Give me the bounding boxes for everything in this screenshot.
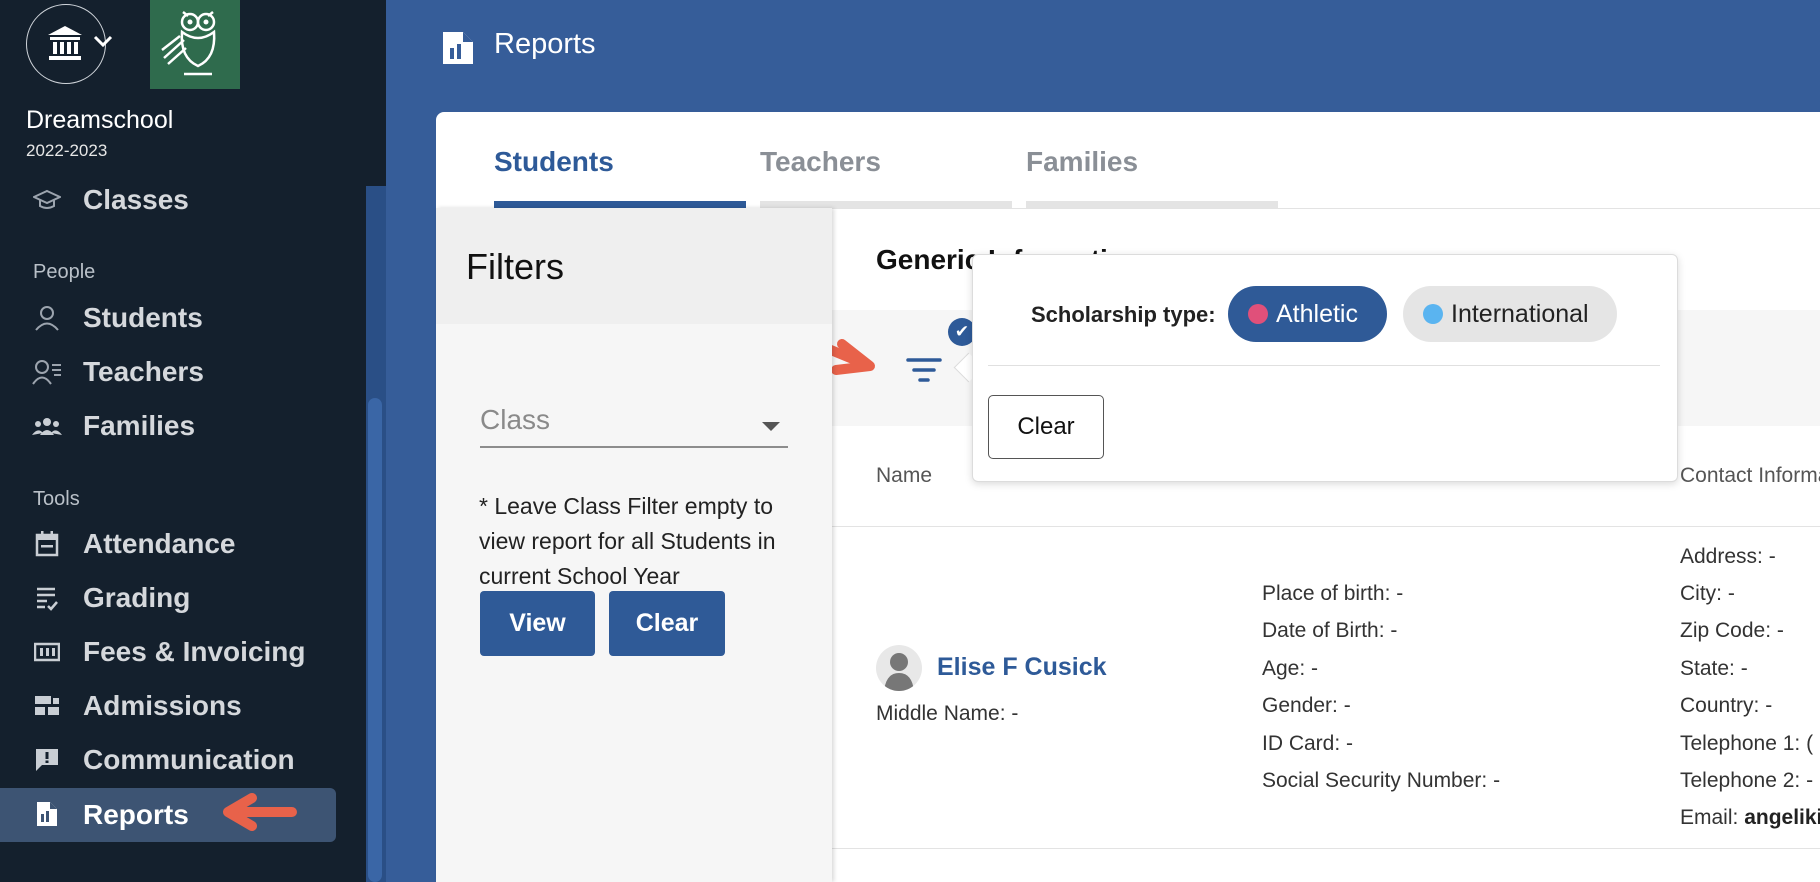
view-button[interactable]: View: [480, 591, 595, 656]
tab-families[interactable]: Families: [968, 112, 1278, 208]
sidebar-item-families[interactable]: Families: [0, 400, 336, 452]
email-label: Email:: [1680, 806, 1745, 829]
teacher-icon: [32, 358, 62, 386]
school-logo: [150, 0, 240, 89]
calendar-icon: [32, 530, 62, 558]
email: Email: angeliki: [1680, 806, 1820, 830]
telephone-2: Telephone 2: -: [1680, 769, 1814, 792]
middle-name: Middle Name: -: [876, 702, 1019, 725]
sidebar-item-label: Reports: [83, 799, 189, 830]
sidebar-item-teachers[interactable]: Teachers: [0, 346, 336, 398]
chip-athletic[interactable]: Athletic: [1228, 286, 1387, 342]
school-name: Dreamschool: [26, 106, 174, 134]
age: Age: -: [1262, 657, 1319, 680]
sidebar-item-label: Fees & Invoicing: [83, 636, 306, 667]
filters-header: Filters: [436, 208, 832, 324]
annotation-arrow-left-icon: [223, 793, 297, 831]
sidebar-item-label: Classes: [83, 184, 189, 215]
checklist-icon: [32, 584, 62, 612]
column-header-name: Name: [876, 464, 933, 487]
tab-indicator: [1026, 201, 1278, 208]
telephone-1: Telephone 1: (: [1680, 732, 1814, 755]
address: Address: -: [1680, 545, 1776, 568]
filters-title: Filters: [466, 246, 564, 287]
graduation-cap-icon: [32, 186, 62, 214]
section-label-people: People: [33, 261, 96, 283]
tab-label: Families: [1026, 146, 1139, 177]
chip-international[interactable]: International: [1403, 286, 1617, 342]
owl-logo-icon: [161, 11, 216, 76]
id-card: ID Card: -: [1262, 732, 1354, 755]
message-alert-icon: [32, 746, 62, 774]
admissions-icon: [32, 692, 62, 720]
sidebar-item-label: Grading: [83, 582, 191, 613]
chevron-down-icon[interactable]: [92, 33, 114, 49]
tab-teachers[interactable]: Teachers: [702, 112, 1012, 208]
column-header-contact: Contact Information: [1680, 464, 1820, 487]
sidebar-item-fees[interactable]: Fees & Invoicing: [0, 626, 336, 678]
country: Country: -: [1680, 694, 1773, 717]
tab-label: Teachers: [760, 146, 881, 177]
athletic-dot-icon: [1248, 304, 1268, 324]
tab-students[interactable]: Students: [436, 112, 746, 208]
sidebar-item-label: Families: [83, 410, 196, 441]
class-select-placeholder: Class: [480, 404, 551, 435]
international-dot-icon: [1423, 304, 1443, 324]
sidebar-item-admissions[interactable]: Admissions: [0, 680, 336, 732]
divider: [832, 848, 1820, 849]
sidebar-item-communication[interactable]: Communication: [0, 734, 336, 786]
report-icon: [32, 800, 62, 828]
filter-icon[interactable]: [906, 356, 942, 386]
school-year: 2022-2023: [26, 141, 108, 160]
sidebar-item-label: Teachers: [83, 356, 204, 387]
zip-code: Zip Code: -: [1680, 619, 1784, 642]
avatar-person-icon: [884, 653, 914, 691]
page-title: Reports: [494, 28, 596, 60]
sidebar-item-label: Communication: [83, 744, 295, 775]
city: City: -: [1680, 582, 1735, 605]
scholarship-type-label: Scholarship type:: [1031, 302, 1216, 327]
filter-note: * Leave Class Filter empty to view repor…: [479, 493, 776, 589]
institution-icon: [48, 26, 82, 60]
chip-label: Athletic: [1276, 299, 1358, 328]
person-icon: [32, 304, 62, 332]
student-name-link[interactable]: Elise F Cusick: [937, 653, 1107, 682]
chip-label: International: [1451, 299, 1589, 328]
email-value: angeliki: [1744, 806, 1820, 829]
divider: [988, 365, 1660, 366]
sidebar: Dreamschool 2022-2023 Classes People Stu…: [0, 0, 386, 882]
social-security-number: Social Security Number: -: [1262, 769, 1501, 792]
clear-scholarship-button[interactable]: Clear: [988, 395, 1104, 459]
group-icon: [32, 412, 62, 440]
sidebar-item-attendance[interactable]: Attendance: [0, 518, 336, 570]
sidebar-scrollbar-thumb[interactable]: [368, 398, 382, 882]
clear-filters-button[interactable]: Clear: [609, 591, 725, 656]
report-icon: [443, 32, 473, 64]
gender: Gender: -: [1262, 694, 1351, 717]
place-of-birth: Place of birth: -: [1262, 582, 1404, 605]
section-label-tools: Tools: [33, 488, 80, 510]
date-of-birth: Date of Birth: -: [1262, 619, 1398, 642]
tab-label: Students: [494, 146, 614, 177]
sidebar-item-label: Attendance: [83, 528, 236, 559]
sidebar-item-label: Admissions: [83, 690, 242, 721]
sidebar-item-classes[interactable]: Classes: [0, 174, 336, 226]
sidebar-item-grading[interactable]: Grading: [0, 572, 336, 624]
caret-down-icon[interactable]: [762, 422, 780, 431]
money-icon: [32, 638, 62, 666]
sidebar-item-students[interactable]: Students: [0, 292, 336, 344]
divider: [832, 526, 1820, 527]
avatar: [876, 645, 922, 691]
sidebar-item-label: Students: [83, 302, 203, 333]
state: State: -: [1680, 657, 1748, 680]
